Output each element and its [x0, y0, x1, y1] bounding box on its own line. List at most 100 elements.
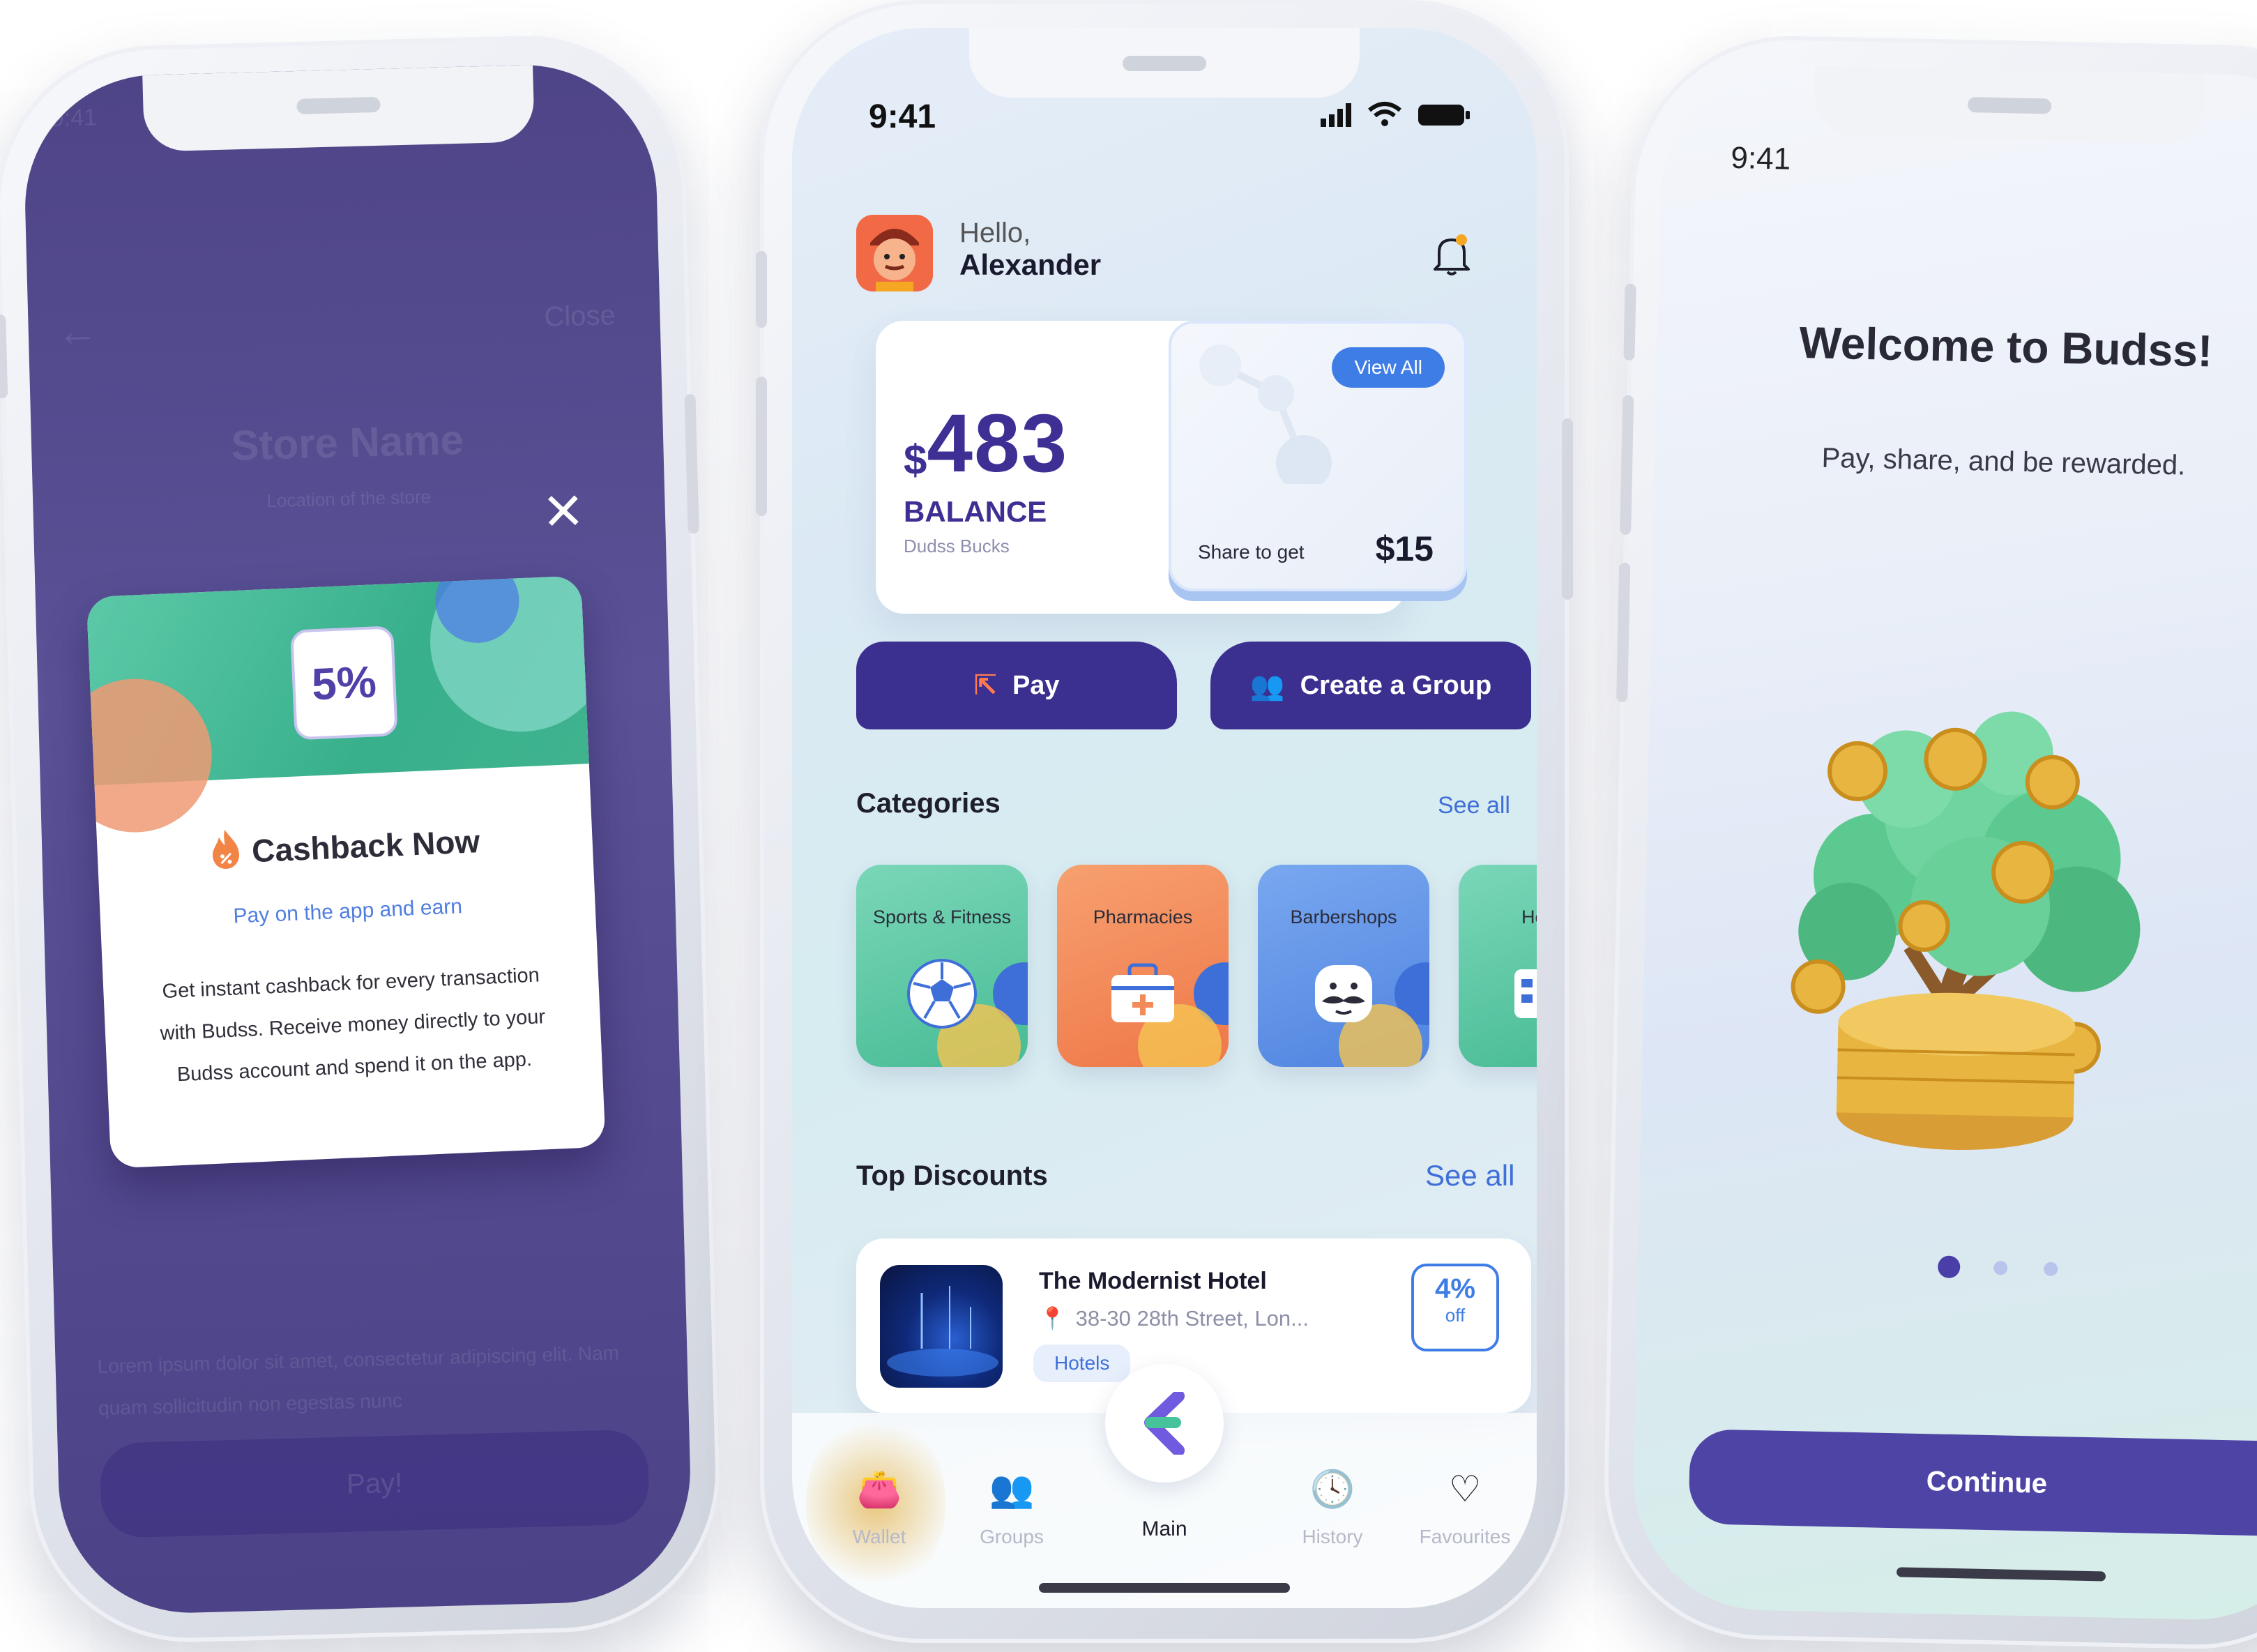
welcome-screen: 9:41 Welcome to Budss! Pay, share, and b…	[1630, 62, 2257, 1623]
hotel-thumbnail	[880, 1265, 1003, 1388]
category-sports-fitness[interactable]: Sports & Fitness	[856, 865, 1028, 1067]
footer-text: Lorem ipsum dolor sit amet, consectetur …	[97, 1342, 620, 1420]
group-icon: 👥	[1249, 670, 1285, 702]
pay-button-label: Pay	[1012, 670, 1060, 700]
home-screen: 9:41 Hello, Alexander $483 BALANCE Dudss…	[792, 28, 1537, 1608]
top-discounts-see-all[interactable]: See all	[1425, 1159, 1514, 1192]
cashback-hero: 5%	[86, 575, 606, 836]
share-network-icon	[1199, 344, 1332, 484]
page-dot[interactable]	[1993, 1261, 2008, 1275]
status-time: 9:41	[1730, 140, 1791, 176]
category-label: Barbershops	[1290, 907, 1397, 927]
continue-button[interactable]: Continue	[1688, 1429, 2257, 1538]
tab-label: Favourites	[1419, 1526, 1511, 1547]
share-card[interactable]: View All Share to get $15	[1169, 321, 1467, 591]
speaker	[296, 96, 381, 114]
soccer-ball-icon	[907, 959, 977, 1029]
close-icon[interactable]: ×	[535, 472, 592, 547]
create-group-button[interactable]: 👥 Create a Group	[1210, 642, 1531, 729]
view-all-button[interactable]: View All	[1332, 347, 1445, 388]
mustache-face-icon	[1315, 965, 1372, 1022]
tab-bar: 👛 Wallet 👥 Groups Main 🕓 History ♡ Favou…	[792, 1364, 1537, 1608]
welcome-subtitle: Pay, share, and be rewarded.	[1821, 442, 2186, 481]
cashback-screen: 9:41 ← Close Store Name Location of the …	[22, 61, 694, 1616]
city-lights-image	[887, 1286, 998, 1377]
categories-see-all[interactable]: See all	[1438, 792, 1510, 819]
tab-history[interactable]: 🕓 History	[1273, 1469, 1392, 1548]
category-hotels[interactable]: Hot	[1459, 865, 1537, 1067]
wallet-icon: 👛	[856, 1469, 902, 1510]
category-label: Hot	[1521, 907, 1537, 927]
phone-home: 9:41 Hello, Alexander $483 BALANCE Dudss…	[756, 0, 1573, 1643]
budss-logo-icon	[1144, 1392, 1185, 1455]
phone-welcome: 9:41 Welcome to Budss! Pay, share, and b…	[1601, 32, 2257, 1652]
notch	[1814, 66, 2206, 144]
cashback-percent-badge: 5%	[290, 626, 398, 741]
groups-icon: 👥	[989, 1469, 1035, 1510]
tab-label: Groups	[980, 1526, 1044, 1547]
balance-label: BALANCE	[904, 495, 1047, 528]
tab-groups[interactable]: 👥 Groups	[952, 1469, 1071, 1548]
discount-suffix: off	[1445, 1305, 1466, 1326]
tab-wallet[interactable]: 👛 Wallet	[820, 1469, 938, 1548]
side-button	[1623, 283, 1636, 361]
first-aid-kit-icon	[1111, 963, 1174, 1022]
avatar-face-icon	[856, 215, 933, 291]
balance-value: 483	[927, 397, 1069, 490]
tab-main-label: Main	[1141, 1517, 1187, 1540]
side-button	[0, 314, 8, 399]
decor-blob	[86, 675, 215, 836]
bell-icon[interactable]	[1431, 232, 1473, 278]
speaker	[1967, 96, 2052, 114]
tab-favourites[interactable]: ♡ Favourites	[1406, 1469, 1524, 1548]
back-icon[interactable]: ←	[56, 307, 99, 356]
user-name: Alexander	[959, 248, 1102, 281]
cashback-subtitle: Pay on the app and earn	[232, 895, 463, 928]
welcome-title: Welcome to Budss!	[1798, 317, 2213, 377]
hotel-icon	[1514, 969, 1537, 1018]
location-pin-icon: 📍	[1039, 1306, 1066, 1331]
cashback-title-text: Cashback Now	[251, 823, 481, 870]
create-group-label: Create a Group	[1300, 670, 1492, 700]
page-dot-active[interactable]	[1937, 1255, 1961, 1279]
category-label: Pharmacies	[1093, 907, 1193, 927]
notch	[142, 65, 535, 152]
pay-button[interactable]: ⇱ Pay	[856, 642, 1177, 729]
phone-cashback-modal: 9:41 ← Close Store Name Location of the …	[0, 31, 724, 1646]
tab-label: History	[1302, 1526, 1363, 1547]
side-button	[684, 394, 699, 534]
category-barbershops[interactable]: Barbershops	[1258, 865, 1429, 1067]
heart-icon: ♡	[1448, 1469, 1482, 1510]
speaker	[1123, 56, 1206, 71]
tab-label: Wallet	[852, 1526, 906, 1547]
category-pharmacies[interactable]: Pharmacies	[1057, 865, 1229, 1067]
status-time: 9:41	[869, 98, 936, 135]
money-tree-illustration	[1791, 711, 2141, 1151]
discount-tag[interactable]: Hotels	[1033, 1344, 1131, 1382]
battery-icon	[1418, 105, 1470, 126]
categories-title: Categories	[856, 788, 1001, 819]
page-indicator	[1937, 1254, 2078, 1285]
notch	[969, 28, 1360, 98]
home-indicator	[1039, 1583, 1290, 1593]
side-button	[1620, 395, 1634, 535]
side-button	[756, 251, 767, 328]
cashback-body: Get instant cashback for every transacti…	[159, 964, 546, 1086]
close-link[interactable]: Close	[544, 300, 616, 333]
cashback-card: 5% Cashback Now Pay on the app and earn …	[86, 575, 606, 1169]
page-dot[interactable]	[2043, 1261, 2058, 1277]
discount-name: The Modernist Hotel	[1039, 1268, 1267, 1294]
share-text: Share to get	[1198, 541, 1305, 563]
balance-currency: $	[904, 437, 927, 483]
discount-address: 📍 38-30 28th Street, Lon...	[1039, 1305, 1309, 1331]
side-button	[1562, 418, 1573, 600]
store-name: Store Name	[230, 416, 464, 469]
avatar[interactable]	[856, 215, 933, 291]
status-icons	[1321, 102, 1470, 127]
share-reward-value: $15	[1375, 529, 1434, 568]
side-button	[1616, 562, 1631, 702]
tab-main-button[interactable]	[1105, 1364, 1224, 1483]
clock-icon: 🕓	[1309, 1469, 1355, 1510]
status-time: 9:41	[50, 104, 98, 132]
pay-button[interactable]: Pay!	[99, 1429, 650, 1538]
